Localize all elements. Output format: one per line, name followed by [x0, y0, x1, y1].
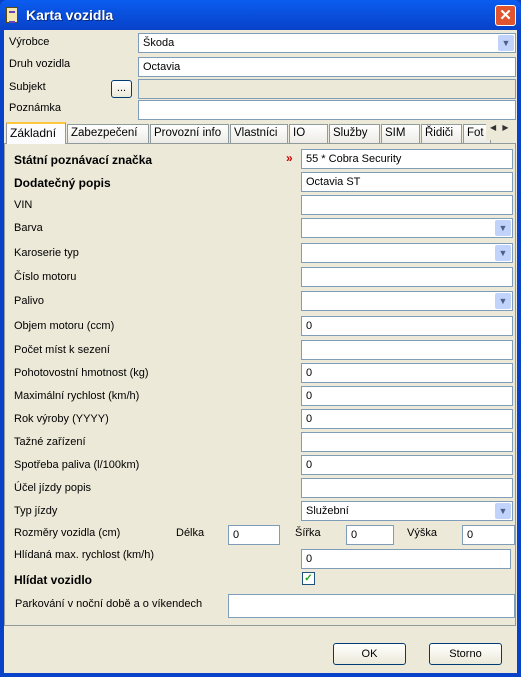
field-label: Barva — [14, 222, 43, 234]
manufacturer-select[interactable]: Škoda ▼ — [138, 33, 516, 53]
field-value: Octavia ST — [306, 176, 361, 188]
close-button[interactable]: ✕ — [495, 5, 516, 26]
tab-scroll: ◀ ▶ — [486, 123, 514, 140]
dimensions-label: Rozměry vozidla (cm) — [14, 527, 121, 539]
field-label: VIN — [14, 199, 33, 211]
tab-3[interactable]: Vlastníci — [230, 124, 288, 143]
chevron-down-icon[interactable]: ▼ — [495, 245, 511, 261]
field-select[interactable]: ▼ — [301, 291, 513, 311]
field-select[interactable]: Služební ▼ — [301, 501, 513, 521]
dialog-window: Karta vozidla ✕ Výrobce Škoda ▼ Druh vozi… — [0, 0, 521, 677]
field-label: Maximální rychlost (km/h) — [14, 390, 140, 402]
tab-2[interactable]: Provozní info — [150, 124, 229, 143]
field-label: Číslo motoru — [14, 271, 77, 283]
chevron-down-icon[interactable]: ▼ — [495, 220, 511, 236]
note-label: Poznámka — [9, 102, 61, 114]
vehicle-type-label: Druh vozidla — [9, 58, 71, 70]
parking-input[interactable] — [228, 594, 515, 618]
field-input[interactable]: 0 — [301, 316, 513, 336]
field-label: Spotřeba paliva (l/100km) — [14, 459, 140, 471]
field-label: Účel jízdy popis — [14, 482, 92, 494]
height-label: Výška — [407, 527, 437, 539]
field-label: Pohotovostní hmotnost (kg) — [14, 367, 149, 379]
field-select[interactable]: ▼ — [301, 243, 513, 263]
chevron-down-icon[interactable]: ▼ — [498, 35, 514, 51]
field-label: Typ jízdy — [14, 505, 58, 517]
width-label: Šířka — [295, 527, 321, 539]
field-input[interactable]: 0 — [301, 455, 513, 475]
watch-vehicle-label: Hlídat vozidlo — [14, 573, 92, 587]
field-label: Palivo — [14, 295, 44, 307]
ok-button[interactable]: OK — [333, 643, 406, 665]
field-value: Služební — [306, 505, 349, 517]
subject-input — [138, 79, 516, 99]
field-label: Dodatečný popis — [14, 176, 111, 190]
watched-speed-input[interactable]: 0 — [301, 549, 511, 569]
field-label: Rok výroby (YYYY) — [14, 413, 109, 425]
field-value: 0 — [306, 459, 313, 471]
scroll-right-icon[interactable]: ▶ — [502, 123, 508, 132]
scroll-left-icon[interactable]: ◀ — [490, 123, 496, 132]
subject-label: Subjekt — [9, 81, 46, 93]
watched-speed-label: Hlídaná max. rychlost (km/h) — [14, 549, 154, 561]
tab-7[interactable]: Řidiči — [421, 124, 462, 143]
field-label: Státní poznávací značka — [14, 153, 153, 167]
field-select[interactable]: ▼ — [301, 218, 513, 238]
tab-5[interactable]: Služby — [329, 124, 380, 143]
field-input[interactable] — [301, 267, 513, 287]
field-input[interactable]: 0 — [301, 386, 513, 406]
vehicle-type-input[interactable]: Octavia — [138, 57, 516, 77]
required-marker-icon: » — [286, 151, 293, 165]
field-input[interactable] — [301, 478, 513, 498]
cancel-button[interactable]: Storno — [429, 643, 502, 665]
length-label: Délka — [176, 527, 205, 539]
chevron-down-icon[interactable]: ▼ — [495, 293, 511, 309]
field-value: 0 — [306, 413, 313, 425]
tab-panel-basic: Státní poznávací značka » 55 * Cobra Secur… — [4, 143, 516, 626]
field-label: Karoserie typ — [14, 247, 79, 259]
field-label: Tažné zařízení — [14, 436, 86, 448]
tab-6[interactable]: SIM — [381, 124, 420, 143]
field-label: Objem motoru (ccm) — [14, 320, 115, 332]
field-value: 0 — [306, 320, 313, 332]
field-label: Počet míst k sezení — [14, 344, 110, 356]
tab-0[interactable]: Základní — [6, 122, 66, 144]
chevron-down-icon[interactable]: ▼ — [495, 503, 511, 519]
width-input[interactable]: 0 — [346, 525, 394, 545]
field-input[interactable] — [301, 432, 513, 452]
field-input[interactable]: 0 — [301, 363, 513, 383]
field-input[interactable]: Octavia ST — [301, 172, 513, 192]
parking-label: Parkování v noční době a o víkendech — [15, 598, 203, 610]
subject-browse-button[interactable]: ... — [111, 80, 132, 98]
dialog-body: Výrobce Škoda ▼ Druh vozidla Octavia Subj… — [4, 30, 517, 673]
field-input[interactable] — [301, 340, 513, 360]
tab-1[interactable]: Zabezpečení — [67, 124, 149, 143]
height-input[interactable]: 0 — [462, 525, 515, 545]
note-input[interactable] — [138, 100, 516, 120]
field-input[interactable]: 0 — [301, 409, 513, 429]
tab-4[interactable]: IO — [289, 124, 328, 143]
length-input[interactable]: 0 — [228, 525, 280, 545]
field-value: 0 — [306, 390, 313, 402]
manufacturer-value: Škoda — [143, 37, 175, 49]
field-value: 0 — [306, 367, 313, 379]
field-input[interactable]: 55 * Cobra Security — [301, 149, 513, 169]
watch-vehicle-checkbox[interactable]: ✓ — [302, 572, 315, 585]
field-value: 55 * Cobra Security — [306, 153, 402, 165]
manufacturer-label: Výrobce — [9, 36, 50, 48]
window-title: Karta vozidla — [26, 7, 114, 23]
field-input[interactable] — [301, 195, 513, 215]
app-icon — [6, 7, 18, 23]
